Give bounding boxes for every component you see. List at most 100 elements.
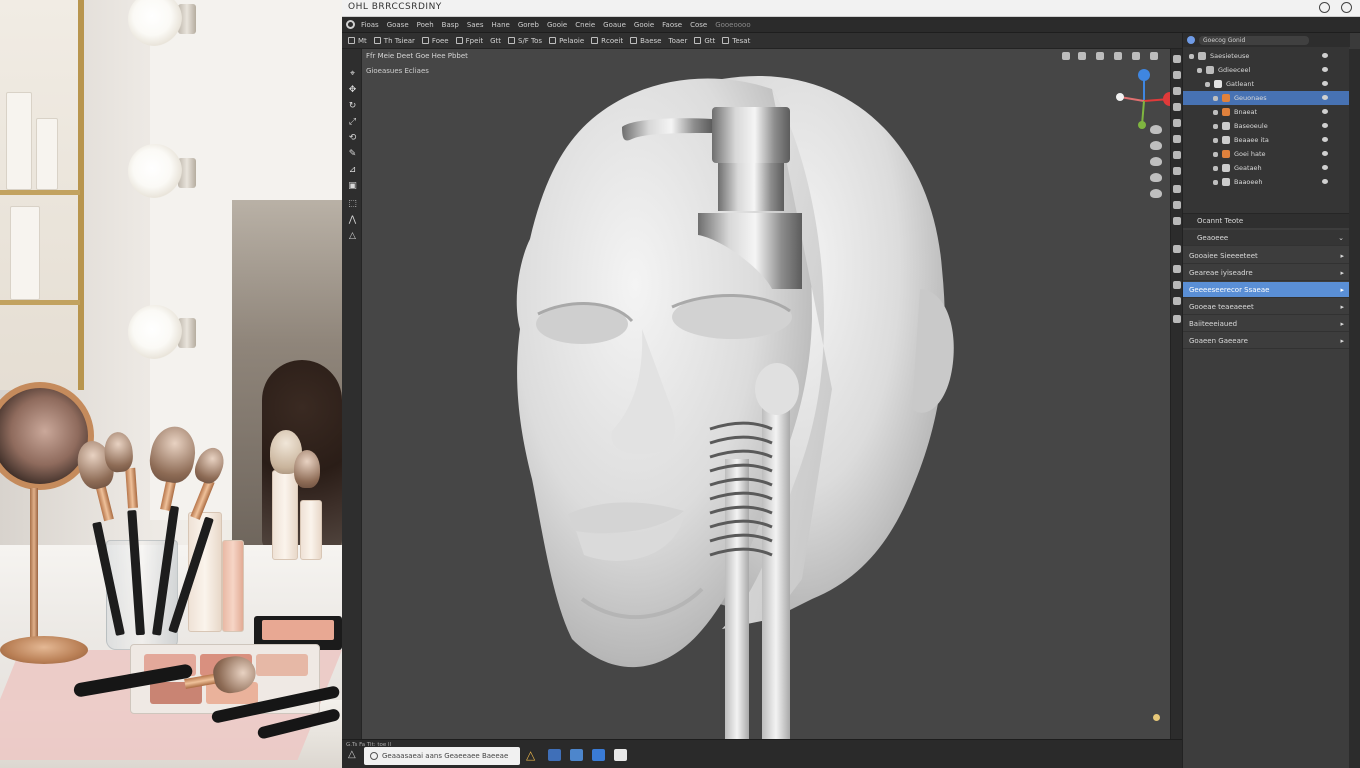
modifier-tab-icon[interactable]	[1173, 167, 1181, 175]
navigation-gizmo[interactable]	[1114, 67, 1170, 131]
outliner-row[interactable]: Goei hate	[1183, 147, 1350, 161]
toolbar-button[interactable]: Foee	[421, 37, 449, 45]
toolbar-button[interactable]: Gtt	[694, 37, 715, 45]
visibility-eye-icon[interactable]	[1322, 67, 1328, 72]
xray-toggle-icon[interactable]	[1150, 52, 1158, 60]
visibility-eye-icon[interactable]	[1322, 151, 1328, 156]
shader-tab-icon[interactable]	[1173, 297, 1181, 305]
menu-item[interactable]: Basp	[442, 21, 459, 29]
outliner-row[interactable]: Baaoeeh	[1183, 175, 1350, 189]
toolbar-button[interactable]: Rcoeit	[591, 37, 623, 45]
toolbar-button[interactable]: Fpeit	[455, 37, 483, 45]
visibility-eye-icon[interactable]	[1322, 53, 1328, 58]
outliner-row[interactable]: Geataeh	[1183, 161, 1350, 175]
expand-arrow-icon[interactable]	[1205, 82, 1210, 87]
expand-arrow-icon[interactable]	[1213, 138, 1218, 143]
particles-tab-icon[interactable]	[1173, 185, 1181, 193]
visibility-eye-icon[interactable]	[1322, 165, 1328, 170]
grab-view-icon[interactable]	[1150, 189, 1162, 198]
scale-tool-icon[interactable]: ⤢	[347, 117, 358, 128]
shading-render-icon[interactable]	[1114, 52, 1122, 60]
menu-item[interactable]: Cose	[690, 21, 707, 29]
minimize-icon[interactable]	[1319, 2, 1330, 13]
property-panel-row[interactable]: Baiiteeeiaued ▸	[1183, 316, 1350, 332]
data-tab-icon[interactable]	[1173, 245, 1181, 253]
close-icon[interactable]	[1341, 2, 1352, 13]
menu-item[interactable]: Goaue	[603, 21, 626, 29]
app-launcher-icon[interactable]: △	[526, 749, 539, 761]
outliner-search-input[interactable]: Goecog Gonid	[1199, 35, 1309, 45]
properties-section-header[interactable]: Geaoeee ⌄	[1183, 230, 1350, 246]
expand-arrow-icon[interactable]	[1213, 152, 1218, 157]
property-panel-row[interactable]: Geareae iyiseadre ▸	[1183, 265, 1350, 281]
constraints-tab-icon[interactable]	[1173, 217, 1181, 225]
toolbar-button[interactable]: Gtt	[490, 37, 501, 45]
menu-item[interactable]: Fioas	[361, 21, 379, 29]
toolbar-button[interactable]: Baese	[630, 37, 661, 45]
taskbar-app-icon[interactable]	[614, 749, 627, 761]
outliner-row[interactable]: Beaaee ita	[1183, 133, 1350, 147]
taskbar-search-input[interactable]: Geaaasaeai aans Geaeeaee Baeeae	[364, 747, 520, 765]
menu-item[interactable]: Saes	[467, 21, 484, 29]
3d-model-render[interactable]	[472, 59, 1032, 739]
physics-tab-icon[interactable]	[1173, 201, 1181, 209]
shading-solid-icon[interactable]	[1078, 52, 1086, 60]
expand-arrow-icon[interactable]	[1213, 124, 1218, 129]
visibility-eye-icon[interactable]	[1322, 95, 1328, 100]
visibility-eye-icon[interactable]	[1322, 123, 1328, 128]
rotate-tool-icon[interactable]: ↻	[347, 101, 358, 112]
camera-view-icon[interactable]	[1150, 157, 1162, 166]
toolbar-button[interactable]: Pelaoie	[549, 37, 584, 45]
viewport-header-menu[interactable]: Ffr Meie Deet Goe Hee Pbbet	[366, 52, 468, 60]
annotate-tool-icon[interactable]: ✎	[347, 149, 358, 160]
outliner-row[interactable]: Bnaeat	[1183, 105, 1350, 119]
visibility-eye-icon[interactable]	[1322, 137, 1328, 142]
outliner-row[interactable]: Gdieeceel	[1183, 63, 1350, 77]
outliner-row[interactable]: Gatleant	[1183, 77, 1350, 91]
outliner-row[interactable]: Baseoeule	[1183, 119, 1350, 133]
scene-tab-icon[interactable]	[1173, 119, 1181, 127]
menu-item[interactable]: Gooie	[634, 21, 654, 29]
object-tab-icon[interactable]	[1173, 151, 1181, 159]
warning-tool-icon[interactable]: △	[347, 231, 358, 242]
outliner-row[interactable]: Geuonaes	[1183, 91, 1350, 105]
move-tool-icon[interactable]: ✥	[347, 85, 358, 96]
property-panel-row[interactable]: Gooaiee Sieeeeteet ▸	[1183, 248, 1350, 264]
property-panel-row[interactable]: Geeeeseerecor Ssaeae ▸	[1183, 282, 1350, 298]
menu-item[interactable]: Faose	[662, 21, 682, 29]
world-tab-icon[interactable]	[1173, 135, 1181, 143]
taskbar-app-icon[interactable]	[548, 749, 561, 761]
expand-arrow-icon[interactable]	[1213, 110, 1218, 115]
add-cube-tool-icon[interactable]: ▣	[347, 181, 358, 192]
toolbar-button[interactable]: Th Tsiear	[373, 37, 415, 45]
visibility-eye-icon[interactable]	[1322, 81, 1328, 86]
knife-tool-icon[interactable]: ⋀	[347, 215, 358, 226]
extrude-tool-icon[interactable]: ⬚	[347, 199, 358, 210]
right-scrollbar[interactable]	[1349, 49, 1360, 768]
expand-arrow-icon[interactable]	[1213, 96, 1218, 101]
taskbar-app-icon[interactable]	[570, 749, 583, 761]
menu-item[interactable]: Gooeoooo	[715, 21, 750, 29]
texture-tab-icon[interactable]	[1173, 281, 1181, 289]
visibility-eye-icon[interactable]	[1322, 109, 1328, 114]
toolbar-button[interactable]: Tesat	[722, 37, 750, 45]
expand-arrow-icon[interactable]	[1213, 180, 1218, 185]
zoom-icon[interactable]	[1150, 125, 1162, 134]
toolbar-button[interactable]: Toaer	[668, 37, 687, 45]
property-panel-row[interactable]: Goaeen Gaeeare ▸	[1183, 333, 1350, 349]
menu-item[interactable]: Goreb	[518, 21, 539, 29]
transform-tool-icon[interactable]: ⟲	[347, 133, 358, 144]
property-panel-row[interactable]: Gooeae teaeaeeet ▸	[1183, 299, 1350, 315]
toolbar-button[interactable]: Mt	[348, 37, 367, 45]
expand-arrow-icon[interactable]	[1197, 68, 1202, 73]
shading-material-icon[interactable]	[1096, 52, 1104, 60]
outliner-row[interactable]: Saesieteuse	[1183, 49, 1350, 63]
measure-tool-icon[interactable]: ⊿	[347, 165, 358, 176]
toolbar-button[interactable]: S/F Tos	[508, 37, 542, 45]
pan-icon[interactable]	[1150, 141, 1162, 150]
shading-wire-icon[interactable]	[1062, 52, 1070, 60]
menu-item[interactable]: Goase	[387, 21, 409, 29]
view-layer-tab-icon[interactable]	[1173, 103, 1181, 111]
menu-item[interactable]: Poeh	[417, 21, 434, 29]
taskbar-app-icon[interactable]	[592, 749, 605, 761]
